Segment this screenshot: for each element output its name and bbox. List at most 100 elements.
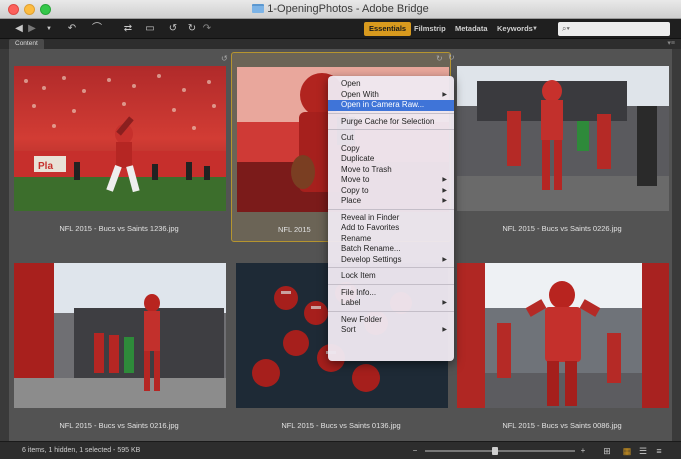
- menu-item-label: Purge Cache for Selection: [341, 116, 435, 126]
- menu-separator: [328, 208, 454, 210]
- thumbnail-filename: NFL 2015 - Bucs vs Saints 0226.jpg: [502, 224, 622, 233]
- menu-item-batch-rename[interactable]: Batch Rename...: [328, 244, 454, 255]
- thumbnail-cell[interactable]: NFL 2015 - Bucs vs Saints 0086.jpg: [452, 249, 672, 439]
- tab-content[interactable]: Content: [9, 39, 44, 49]
- workspace-essentials[interactable]: Essentials: [364, 22, 412, 36]
- thumbnail-size-slider-track[interactable]: [425, 450, 575, 452]
- menu-item-sort[interactable]: Sort ▶: [328, 325, 454, 336]
- menu-item-label: Lock Item: [341, 271, 376, 280]
- menu-item-label: Move to Trash: [341, 164, 392, 174]
- workspace-filmstrip[interactable]: Filmstrip: [409, 22, 451, 36]
- search-icon: ⌕▾: [562, 24, 570, 33]
- menu-item-label: Sort: [341, 325, 356, 334]
- rotate-badge-icon[interactable]: ↺: [221, 55, 229, 63]
- menu-item-open-in-camera-raw[interactable]: Open in Camera Raw...: [328, 100, 454, 111]
- lock-grid-icon[interactable]: ⊞: [601, 444, 613, 458]
- camera-download-icon[interactable]: ⌒: [92, 22, 102, 36]
- thumbnail-filename: NFL 2015 - Bucs vs Saints 1236.jpg: [59, 224, 179, 233]
- forward-arrow-icon[interactable]: ▶: [27, 22, 37, 36]
- menu-item-label: Add to Favorites: [341, 223, 400, 232]
- menu-item-lock-item[interactable]: Lock Item: [328, 271, 454, 282]
- window-title: 1-OpeningPhotos - Adobe Bridge: [267, 3, 429, 15]
- menu-item-label: Rename: [341, 233, 372, 243]
- menu-item-label: Place: [341, 196, 362, 205]
- rotate-badge-icon[interactable]: ↻: [436, 55, 444, 63]
- menu-item-place[interactable]: Place ▶: [328, 196, 454, 207]
- menu-item-label: Develop Settings: [341, 254, 402, 264]
- menu-separator: [328, 310, 454, 312]
- status-text: 6 items, 1 hidden, 1 selected - 595 KB: [22, 447, 141, 454]
- menu-item-label: Label: [341, 298, 361, 307]
- rotate-left-icon[interactable]: ↺: [168, 22, 178, 36]
- submenu-arrow-icon: ▶: [442, 177, 447, 183]
- menu-item-label: Move to: [341, 175, 370, 184]
- menu-item-label[interactable]: Label ▶: [328, 298, 454, 309]
- menu-item-add-to-favorites[interactable]: Add to Favorites: [328, 223, 454, 234]
- status-bar: 6 items, 1 hidden, 1 selected - 595 KB −…: [0, 441, 681, 459]
- menu-item-label: File Info...: [341, 287, 377, 297]
- context-menu: Open Open With ▶ Open in Camera Raw... Purge…: [328, 76, 454, 361]
- menu-item-label: Batch Rename...: [341, 244, 401, 253]
- menu-item-rename[interactable]: Rename: [328, 234, 454, 245]
- menu-item-develop-settings[interactable]: Develop Settings ▶: [328, 255, 454, 266]
- back-arrow-icon[interactable]: ◀: [14, 22, 24, 36]
- rotate-badge-icon[interactable]: ↻: [448, 54, 456, 62]
- window-title-wrap: 1-OpeningPhotos - Adobe Bridge: [0, 3, 681, 15]
- menu-separator: [328, 283, 454, 285]
- panel-menu-icon[interactable]: ▾≡: [667, 39, 675, 49]
- menu-separator: [328, 129, 454, 130]
- thumbnail-cell[interactable]: Pla NFL 2015 - Bucs vs Saints 1236.jpg: [9, 52, 229, 242]
- bridge-window: 1-OpeningPhotos - Adobe Bridge ◀ ▶ ▼ ↶ ⌒…: [0, 0, 681, 459]
- folder-icon: [252, 4, 265, 13]
- menu-item-duplicate[interactable]: Duplicate: [328, 154, 454, 165]
- menu-item-new-folder[interactable]: New Folder: [328, 315, 454, 326]
- view-details-icon[interactable]: ☰: [637, 444, 649, 458]
- submenu-arrow-icon: ▶: [442, 198, 447, 204]
- submenu-arrow-icon: ▶: [442, 187, 447, 194]
- view-list-icon[interactable]: ≡: [653, 444, 665, 458]
- menu-item-copy[interactable]: Copy: [328, 144, 454, 155]
- thumbnail-cell[interactable]: NFL 2015 - Bucs vs Saints 0216.jpg: [9, 249, 229, 439]
- application-toolbar: ◀ ▶ ▼ ↶ ⌒ ⇄ ▭ ↺ ↻ ↷ Essentials Filmstrip…: [0, 19, 681, 39]
- thumbnail-filename: NFL 2015 - Bucs vs Saints 0216.jpg: [59, 421, 179, 430]
- menu-item-label: New Folder: [341, 314, 382, 324]
- view-thumbnails-icon[interactable]: ▦: [621, 444, 633, 458]
- open-in-camera-raw-icon[interactable]: ▭: [143, 22, 157, 36]
- title-bar: 1-OpeningPhotos - Adobe Bridge: [0, 0, 681, 19]
- menu-item-label: Duplicate: [341, 154, 375, 163]
- menu-item-label: Open in Camera Raw...: [341, 100, 425, 109]
- thumbnail-cell[interactable]: ↻ NFL 2015 - Bucs vs Saints 0226.jpg: [448, 52, 672, 242]
- zoom-out-icon[interactable]: −: [411, 444, 419, 458]
- panel-tab-row: Content ▾≡: [0, 39, 681, 49]
- svg-text:Pla: Pla: [38, 161, 53, 172]
- menu-item-label: Open: [341, 79, 361, 88]
- submenu-arrow-icon: ▶: [442, 300, 447, 306]
- boomerang-icon[interactable]: ↶: [66, 22, 78, 36]
- redo-icon[interactable]: ↷: [202, 22, 212, 36]
- menu-item-label: Open With: [341, 89, 379, 99]
- refine-icon[interactable]: ⇄: [121, 22, 135, 36]
- search-input[interactable]: ⌕▾: [558, 22, 670, 36]
- menu-separator: [328, 112, 454, 114]
- menu-item-open-with[interactable]: Open With ▶: [328, 90, 454, 101]
- menu-item-move-to-trash[interactable]: Move to Trash: [328, 165, 454, 176]
- zoom-in-icon[interactable]: +: [579, 444, 587, 458]
- submenu-arrow-icon: ▶: [442, 91, 447, 98]
- menu-item-open[interactable]: Open: [328, 79, 454, 90]
- menu-item-copy-to[interactable]: Copy to ▶: [328, 186, 454, 197]
- workspace-menu-chevron-icon[interactable]: ▼: [531, 22, 539, 36]
- menu-item-move-to[interactable]: Move to ▶: [328, 175, 454, 186]
- thumbnail-size-slider-thumb[interactable]: [492, 447, 498, 455]
- workspace-metadata[interactable]: Metadata: [450, 22, 493, 36]
- photo-thumbnail: [457, 66, 669, 211]
- menu-item-reveal-in-finder[interactable]: Reveal in Finder: [328, 213, 454, 224]
- thumbnail-filename: NFL 2015 - Bucs vs Saints 0086.jpg: [502, 421, 622, 430]
- recent-dropdown-chevron-icon[interactable]: ▼: [45, 22, 53, 36]
- menu-separator: [328, 267, 454, 268]
- rotate-right-icon[interactable]: ↻: [187, 22, 197, 36]
- menu-item-file-info[interactable]: File Info...: [328, 288, 454, 299]
- photo-thumbnail: Pla: [14, 66, 226, 211]
- menu-item-cut[interactable]: Cut: [328, 133, 454, 144]
- photo-thumbnail: [457, 263, 669, 408]
- menu-item-purge-cache-for-selection[interactable]: Purge Cache for Selection: [328, 117, 454, 128]
